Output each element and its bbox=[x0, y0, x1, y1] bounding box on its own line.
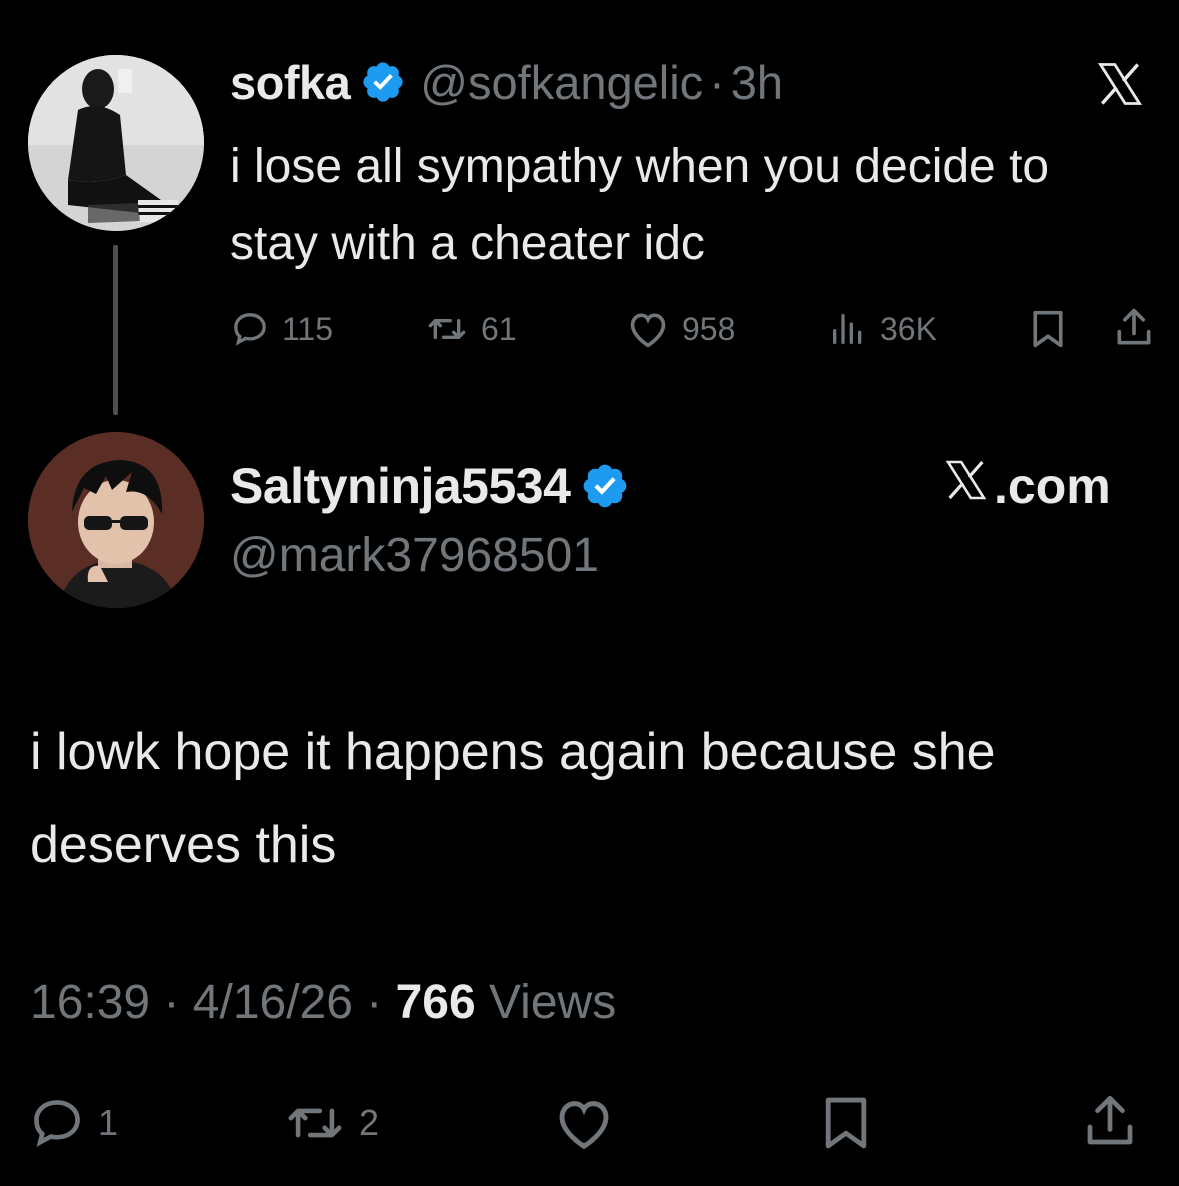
reply-button[interactable]: 1 bbox=[28, 1094, 118, 1152]
reply-icon bbox=[230, 309, 270, 349]
views-button[interactable]: 36K bbox=[828, 309, 937, 349]
bookmark-icon bbox=[1028, 307, 1068, 351]
x-logo-icon bbox=[940, 456, 994, 516]
repost-count: 2 bbox=[359, 1102, 380, 1143]
parent-tweet-header: sofka @sofkangelic · 3h bbox=[230, 52, 783, 112]
repost-icon bbox=[283, 1094, 347, 1152]
brand-domain-label: .com bbox=[994, 458, 1111, 514]
reply-tweet-text: i lowk hope it happens again because she… bbox=[30, 723, 996, 874]
author-name[interactable]: Saltyninja5534 bbox=[230, 457, 571, 515]
author-name[interactable]: sofka bbox=[230, 55, 351, 110]
x-logo-icon bbox=[1092, 58, 1148, 110]
repost-icon bbox=[425, 309, 469, 349]
bookmark-icon bbox=[818, 1092, 874, 1154]
repost-button[interactable]: 2 bbox=[283, 1094, 379, 1152]
views-count: 766 bbox=[395, 976, 476, 1029]
tweet-time[interactable]: 3h bbox=[731, 55, 783, 110]
tweet-meta: 16:39 · 4/16/26 · 766 Views bbox=[30, 975, 616, 1030]
like-button[interactable]: 958 bbox=[626, 309, 735, 349]
parent-tweet-text: i lose all sympathy when you decide to s… bbox=[230, 140, 1050, 270]
analytics-icon bbox=[828, 309, 868, 349]
reply-count: 115 bbox=[282, 310, 334, 347]
reply-icon bbox=[28, 1094, 86, 1152]
repost-button[interactable]: 61 bbox=[425, 309, 517, 349]
author-handle[interactable]: @sofkangelic bbox=[420, 55, 703, 110]
tweet-time[interactable]: 16:39 bbox=[30, 976, 150, 1029]
author-handle[interactable]: @mark37968501 bbox=[230, 528, 599, 583]
like-count: 958 bbox=[682, 310, 736, 347]
like-button[interactable] bbox=[553, 1094, 615, 1152]
heart-icon bbox=[553, 1094, 615, 1152]
share-button[interactable] bbox=[1112, 305, 1156, 351]
avatar-image bbox=[28, 55, 204, 231]
x-com-brand: .com bbox=[940, 456, 1111, 516]
reply-button[interactable]: 115 bbox=[230, 309, 333, 349]
separator-dot: · bbox=[150, 976, 193, 1029]
parent-tweet-actions: 115 61 958 36K bbox=[228, 305, 1168, 355]
views-count: 36K bbox=[880, 310, 937, 347]
tweet-date[interactable]: 4/16/26 bbox=[193, 976, 353, 1029]
reply-count: 1 bbox=[98, 1102, 119, 1143]
share-button[interactable] bbox=[1080, 1090, 1140, 1154]
separator-dot: · bbox=[352, 976, 396, 1029]
avatar-image bbox=[28, 432, 204, 608]
reply-tweet-header: Saltyninja5534 bbox=[230, 455, 630, 517]
separator-dot: · bbox=[709, 55, 725, 109]
verified-badge-icon bbox=[360, 59, 406, 105]
avatar-saltyninja[interactable] bbox=[28, 432, 204, 608]
verified-badge-icon bbox=[580, 461, 630, 511]
repost-count: 61 bbox=[481, 310, 517, 347]
bookmark-button[interactable] bbox=[1028, 307, 1068, 351]
share-icon bbox=[1080, 1090, 1140, 1154]
share-icon bbox=[1112, 305, 1156, 351]
bookmark-button[interactable] bbox=[818, 1092, 874, 1154]
thread-connector-line bbox=[113, 245, 118, 415]
avatar-sofka[interactable] bbox=[28, 55, 204, 231]
heart-icon bbox=[626, 309, 670, 349]
reply-tweet-actions: 1 2 bbox=[28, 1090, 1158, 1154]
views-label: Views bbox=[475, 976, 617, 1029]
